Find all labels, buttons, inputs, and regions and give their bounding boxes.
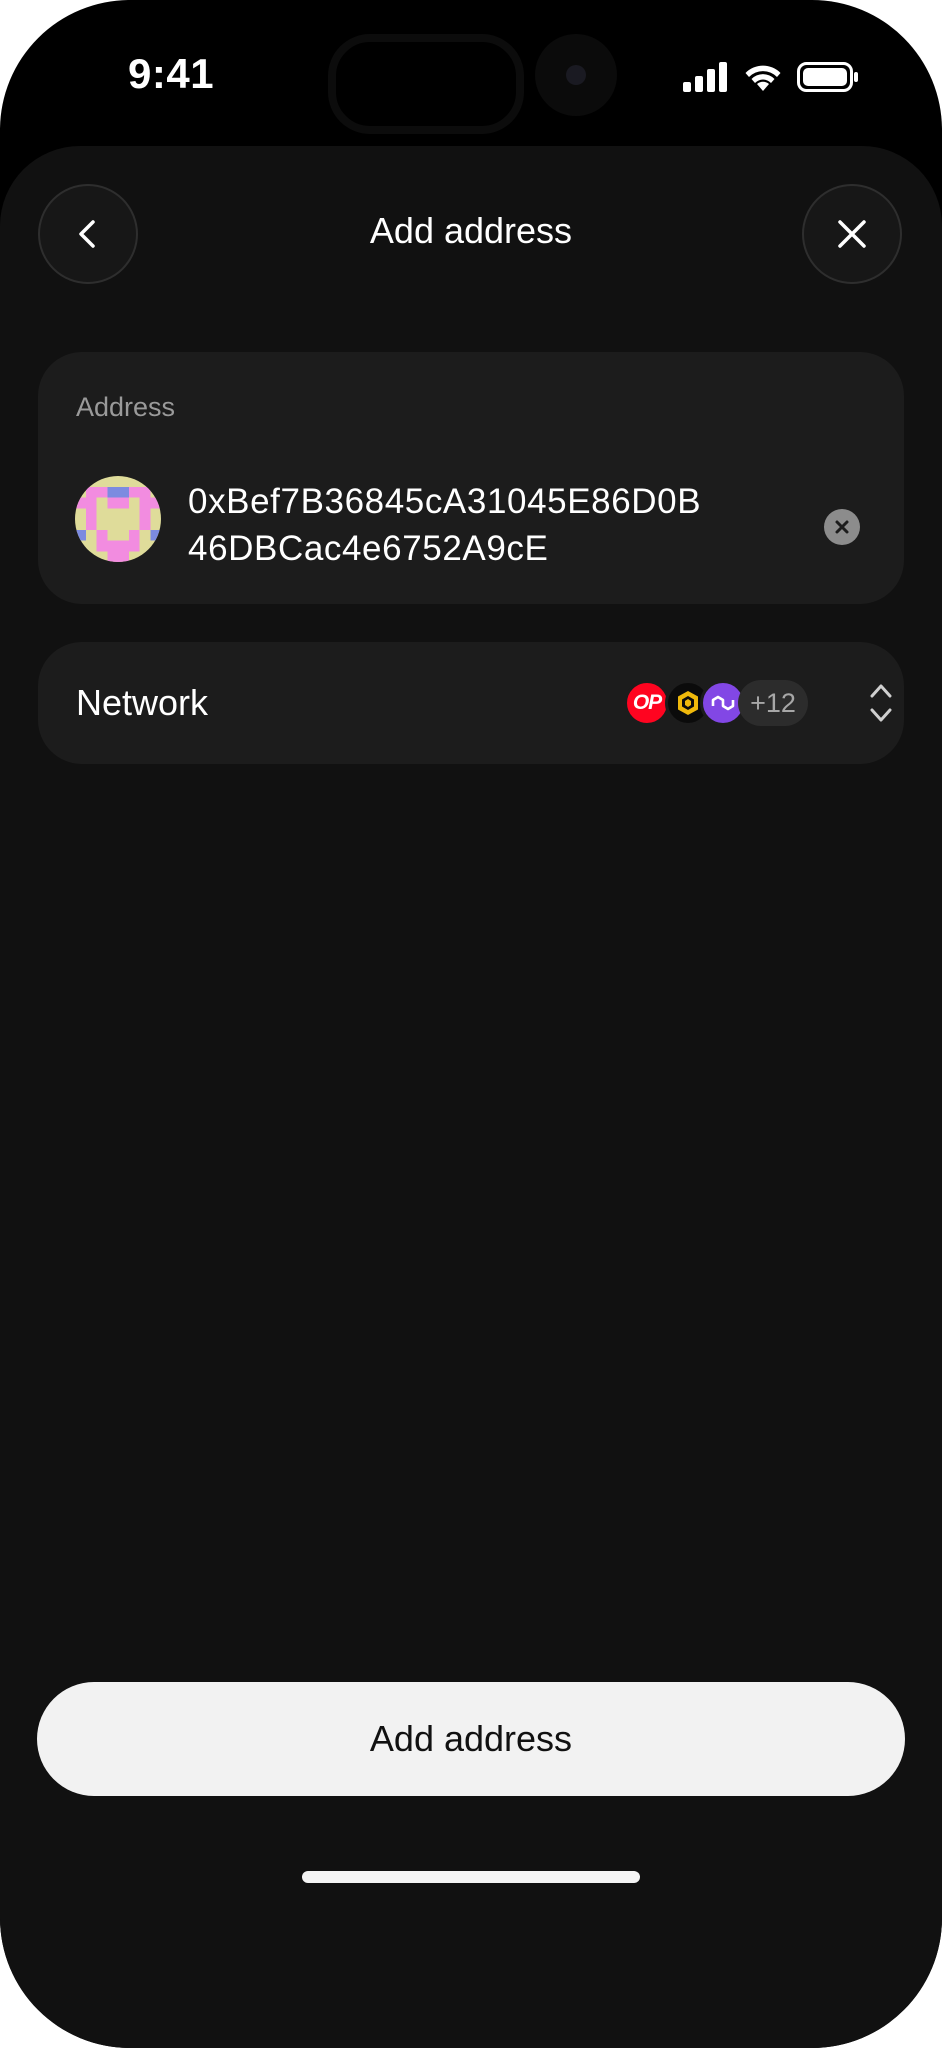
- address-label: Address: [76, 392, 176, 422]
- polygon-logo: [711, 695, 735, 711]
- address-value-line2: 46DBCac4e6752A9cE: [188, 529, 549, 568]
- optimism-mark: OP: [632, 691, 662, 714]
- bnb-logo: [678, 691, 698, 715]
- close-button[interactable]: [802, 184, 902, 284]
- status-bar: 9:41: [0, 0, 942, 145]
- phone-frame: 9:41 Add address Address 0xBef7B36845cA3…: [0, 0, 942, 2048]
- cellular-signal-icon: [683, 62, 727, 92]
- more-networks-count: +12: [738, 680, 808, 726]
- address-field[interactable]: Address 0xBef7B36845cA31045E86D0B 46DBCa…: [38, 352, 904, 604]
- add-address-button[interactable]: Add address: [37, 1682, 905, 1796]
- clear-address-button[interactable]: [824, 509, 860, 545]
- camera-icon: [535, 34, 617, 116]
- status-time: 9:41: [128, 50, 215, 97]
- close-icon: [838, 220, 866, 248]
- address-value-line1: 0xBef7B36845cA31045E86D0B: [188, 482, 702, 521]
- status-icons: [683, 60, 859, 94]
- optimism-icon: OP: [624, 680, 670, 726]
- battery-icon: [797, 62, 858, 92]
- home-indicator: [302, 1871, 640, 1883]
- clear-circle-icon: [835, 520, 849, 534]
- network-selector[interactable]: Network OP +12: [38, 642, 904, 764]
- identicon: [75, 476, 161, 562]
- address-avatar: [75, 476, 161, 562]
- chevron-up-down-icon: [870, 684, 892, 722]
- wifi-icon: [745, 65, 781, 91]
- network-label: Network: [76, 682, 209, 723]
- page-title: Add address: [369, 210, 573, 251]
- dynamic-island: [328, 34, 524, 134]
- address-value[interactable]: 0xBef7B36845cA31045E86D0B 46DBCac4e6752A…: [188, 478, 702, 572]
